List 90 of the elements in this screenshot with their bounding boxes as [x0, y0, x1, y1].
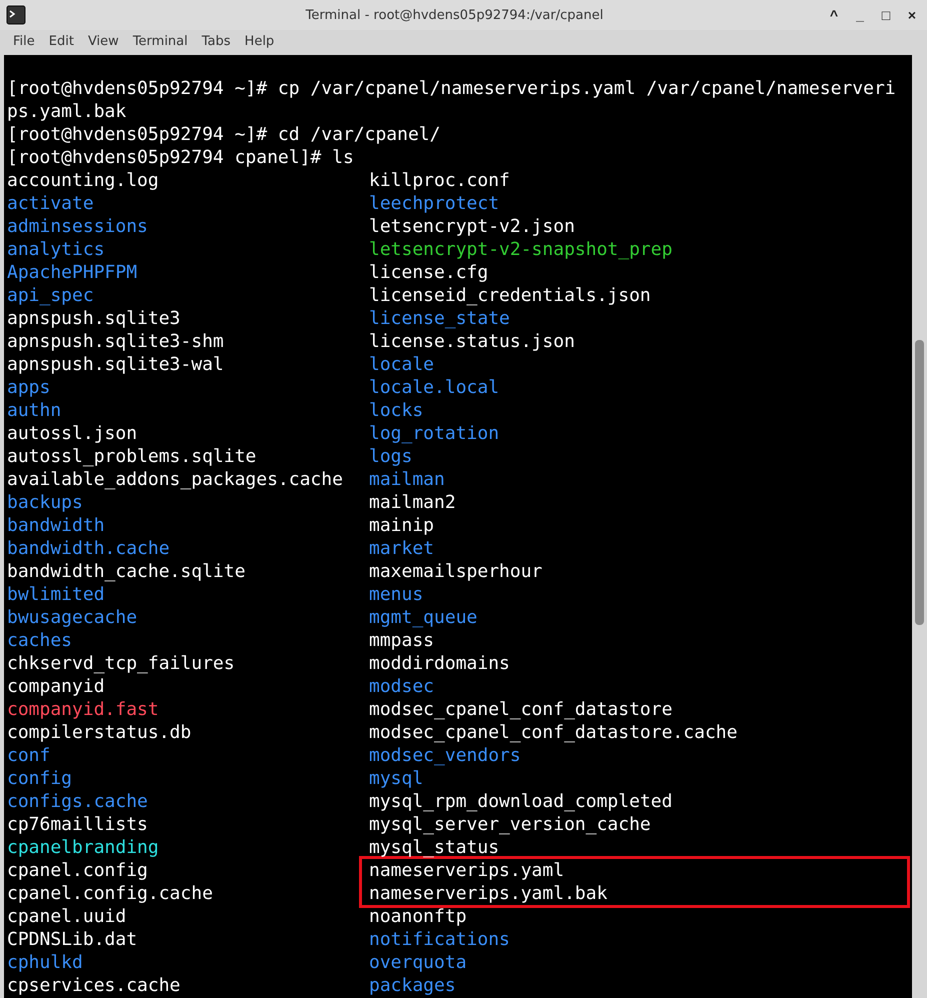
- file-name: authn: [7, 400, 62, 421]
- file-name: overquota: [369, 952, 467, 973]
- file-name: maxemailsperhour: [369, 561, 542, 582]
- file-name: cpanel.config.cache: [7, 883, 213, 904]
- window-control-button[interactable]: _: [849, 7, 871, 23]
- file-name: conf: [7, 745, 50, 766]
- file-name: accounting.log: [7, 170, 159, 191]
- scrollbar-thumb[interactable]: [915, 340, 924, 625]
- menu-item[interactable]: Edit: [42, 34, 81, 48]
- file-name: cpanelbranding: [7, 837, 159, 858]
- file-name: leechprotect: [369, 193, 500, 214]
- window-title: Terminal - root@hvdens05p92794:/var/cpanel: [304, 8, 604, 22]
- file-name: modsec_vendors: [369, 745, 521, 766]
- file-name: mysql: [369, 768, 424, 789]
- file-name: log_rotation: [369, 423, 500, 444]
- terminal-line: [root@hvdens05p92794 ~]# cp /var/cpanel/nameserverips.yaml /var/cpanel/nameserveri: [7, 77, 897, 100]
- file-name: bandwidth: [7, 515, 105, 536]
- file-name: license.status.json: [369, 331, 575, 352]
- terminal-line: [root@hvdens05p92794 cpanel]# ls: [7, 146, 355, 169]
- file-name: modsec_cpanel_conf_datastore.cache: [369, 722, 738, 743]
- file-name: cphulkd: [7, 952, 83, 973]
- file-name: activate: [7, 193, 94, 214]
- file-name: mailman2: [369, 492, 456, 513]
- file-name: mgmt_queue: [369, 607, 478, 628]
- file-name: bandwidth_cache.sqlite: [7, 561, 246, 582]
- file-name: noanonftp: [369, 906, 467, 927]
- file-name: mysql_rpm_download_completed: [369, 791, 672, 812]
- file-name: mailman: [369, 469, 445, 490]
- file-name: bandwidth.cache: [7, 538, 170, 559]
- file-name: apnspush.sqlite3: [7, 308, 180, 329]
- menu-item[interactable]: Help: [238, 34, 282, 48]
- file-name: locale: [369, 354, 434, 375]
- file-name: modsec_cpanel_conf_datastore: [369, 699, 672, 720]
- file-name: locks: [369, 400, 424, 421]
- file-name: logs: [369, 446, 412, 467]
- file-name: chkservd_tcp_failures: [7, 653, 235, 674]
- file-name: adminsessions: [7, 216, 148, 237]
- file-name: cpanel.config: [7, 860, 148, 881]
- file-name: companyid: [7, 676, 105, 697]
- file-name: apnspush.sqlite3-shm: [7, 331, 224, 352]
- file-name: available_addons_packages.cache: [7, 469, 343, 490]
- file-name: backups: [7, 492, 83, 513]
- file-name: license_state: [369, 308, 510, 329]
- file-name: mysql_server_version_cache: [369, 814, 651, 835]
- window-control-button[interactable]: □: [875, 7, 897, 23]
- file-name: bwusagecache: [7, 607, 138, 628]
- file-name: analytics: [7, 239, 105, 260]
- file-name: letsencrypt-v2-snapshot_prep: [369, 239, 672, 260]
- file-name: license.cfg: [369, 262, 488, 283]
- file-name: modsec: [369, 676, 434, 697]
- file-name: CPDNSLib.dat: [7, 929, 138, 950]
- file-name: mmpass: [369, 630, 434, 651]
- file-name: menus: [369, 584, 424, 605]
- file-name: mainip: [369, 515, 434, 536]
- file-name: cpanel.uuid: [7, 906, 126, 927]
- file-name: mysql_status: [369, 837, 500, 858]
- file-name: notifications: [369, 929, 510, 950]
- file-name: config: [7, 768, 72, 789]
- file-name: moddirdomains: [369, 653, 510, 674]
- file-name: nameserverips.yaml.bak: [369, 883, 608, 904]
- file-name: companyid.fast: [7, 699, 159, 720]
- menu-item[interactable]: Tabs: [194, 34, 238, 48]
- file-name: ApachePHPFPM: [7, 262, 138, 283]
- terminal-line: ps.yaml.bak: [7, 100, 128, 123]
- file-name: licenseid_credentials.json: [369, 285, 651, 306]
- menu-item[interactable]: View: [80, 34, 126, 48]
- window-control-button[interactable]: ×: [901, 7, 923, 23]
- file-name: apps: [7, 377, 50, 398]
- file-name: apnspush.sqlite3-wal: [7, 354, 224, 375]
- file-name: locale.local: [369, 377, 500, 398]
- terminal-icon: [6, 5, 26, 25]
- window-control-button[interactable]: ^: [823, 7, 845, 23]
- file-name: nameserverips.yaml: [369, 860, 564, 881]
- file-name: compilerstatus.db: [7, 722, 192, 743]
- file-name: autossl_problems.sqlite: [7, 446, 256, 467]
- file-name: caches: [7, 630, 72, 651]
- file-name: letsencrypt-v2.json: [369, 216, 575, 237]
- file-name: cpservices.cache: [7, 975, 180, 996]
- file-name: api_spec: [7, 285, 94, 306]
- terminal-line: [root@hvdens05p92794 ~]# cd /var/cpanel/: [7, 123, 442, 146]
- menu-item[interactable]: File: [6, 34, 42, 48]
- file-name: autossl.json: [7, 423, 138, 444]
- file-name: cp76maillists: [7, 814, 148, 835]
- scrollbar[interactable]: [912, 55, 927, 998]
- file-name: bwlimited: [7, 584, 105, 605]
- menu-item[interactable]: Terminal: [126, 34, 195, 48]
- file-name: configs.cache: [7, 791, 148, 812]
- file-name: packages: [369, 975, 456, 996]
- file-name: killproc.conf: [369, 170, 510, 191]
- file-name: market: [369, 538, 434, 559]
